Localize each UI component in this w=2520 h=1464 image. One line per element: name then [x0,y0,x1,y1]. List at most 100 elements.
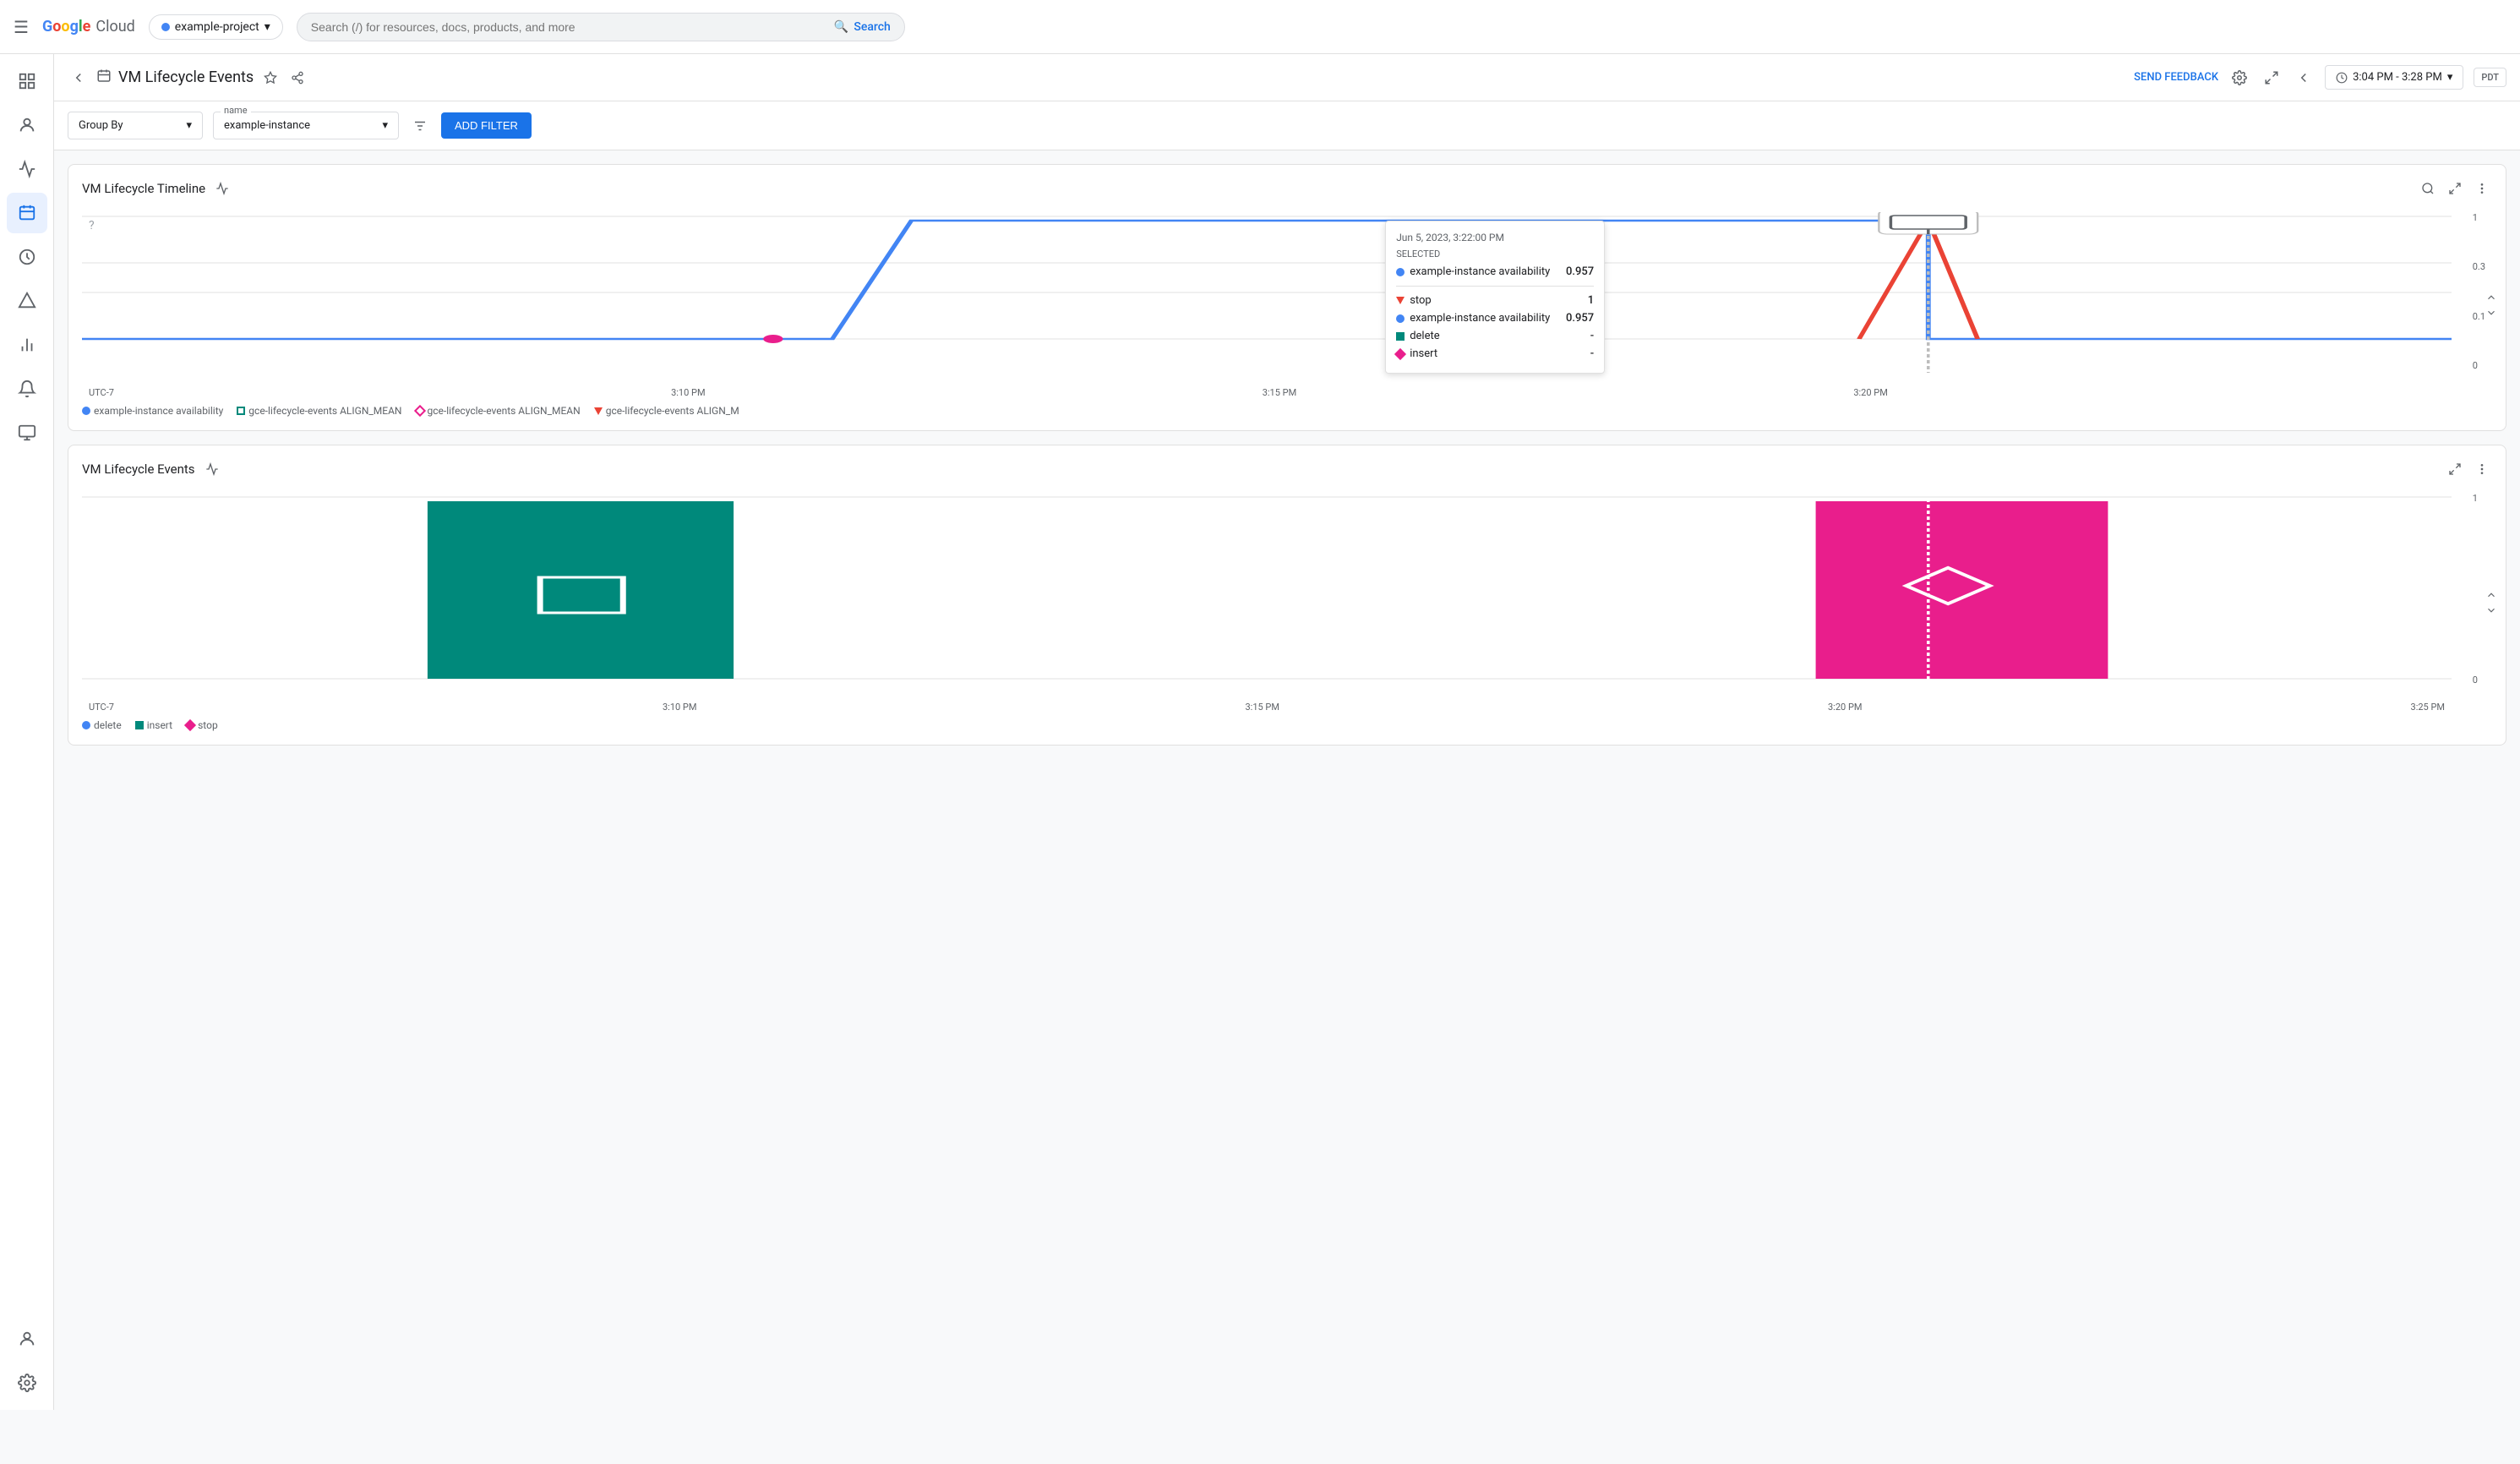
share-button[interactable] [287,68,308,88]
chevron-down-icon: ▾ [265,20,270,34]
tooltip-row-availability2: example-instance availability 0.957 [1396,309,1594,327]
events-chart-wrapper: 1 0.5 0 [82,493,2492,713]
name-label: name [221,105,251,116]
events-chart-header: VM Lifecycle Events [82,459,2492,479]
events-expand-button[interactable] [2445,459,2465,479]
square-outline-icon [237,407,245,415]
filter-options-button[interactable] [409,115,431,137]
events-sparkline-icon[interactable] [202,459,222,479]
hamburger-menu[interactable]: ☰ [14,17,29,37]
tooltip-time: Jun 5, 2023, 3:22:00 PM [1396,232,1594,243]
timeline-chart-header: VM Lifecycle Timeline [82,178,2492,199]
collapse-panel-button[interactable] [2293,67,2315,89]
add-filter-button[interactable]: ADD FILTER [441,112,532,139]
timeline-x-axis: UTC-7 3:10 PM 3:15 PM 3:20 PM [82,387,2452,398]
timeline-chart-title: VM Lifecycle Timeline [82,181,205,196]
search-bar[interactable]: 🔍 Search [297,13,905,41]
sidebar-item-settings[interactable] [7,1363,47,1403]
search-label: Search [854,20,890,34]
search-icon: 🔍 [834,20,848,34]
tooltip-row-stop: stop 1 [1396,292,1594,309]
scroll-up-button[interactable] [2484,290,2499,305]
legend-item-insert: gce-lifecycle-events ALIGN_MEAN [416,405,581,417]
timeline-menu-button[interactable] [2472,178,2492,199]
diamond-icon [184,719,196,731]
time-range-selector[interactable]: 3:04 PM - 3:28 PM ▾ [2325,65,2463,90]
events-chart-body: UTC-7 3:10 PM 3:15 PM 3:20 PM 3:25 PM [82,493,2452,713]
sidebar-item-uptime[interactable] [7,412,47,453]
stop-bar [1816,501,2108,679]
timeline-search-button[interactable] [2418,178,2438,199]
sidebar-item-users[interactable] [7,1319,47,1359]
timeline-chart-body: ? [82,212,2452,398]
timeline-sparkline-icon[interactable] [212,178,232,199]
send-feedback-button[interactable]: SEND FEEDBACK [2134,71,2218,84]
timeline-chart-svg [82,212,2452,373]
sidebar-item-home[interactable] [7,61,47,101]
events-chart-actions [2445,459,2492,479]
star-button[interactable] [260,68,281,88]
search-input[interactable] [311,20,826,34]
events-y-axis: 1 0.5 0 [2473,493,2485,686]
timeline-legend: example-instance availability gce-lifecy… [82,405,2492,417]
insert-bar [428,501,734,679]
sidebar-item-alerts[interactable] [7,369,47,409]
scroll-indicator[interactable] [2484,290,2499,320]
events-menu-button[interactable] [2472,459,2492,479]
fullscreen-button[interactable] [2261,67,2283,89]
top-navigation: ☰ Google Cloud example-project ▾ 🔍 Searc… [0,0,2520,54]
name-value-dropdown[interactable]: name example-instance ▾ [213,112,399,139]
timezone-badge: PDT [2474,68,2506,87]
project-name: example-project [175,20,259,34]
events-scroll-up-button[interactable] [2484,587,2499,603]
events-chart-title: VM Lifecycle Events [82,462,195,477]
filter-bar: Group By ▾ name example-instance ▾ ADD F… [54,101,2520,150]
legend-item-delete: gce-lifecycle-events ALIGN_MEAN [237,405,401,417]
diamond-outline-icon [413,405,425,417]
diamond-icon [1394,347,1406,359]
project-selector[interactable]: example-project ▾ [149,14,283,40]
tooltip-selected-label: SELECTED [1396,249,1594,259]
main-content: VM Lifecycle Events SEND FEEDBACK 3:04 P… [54,54,2520,759]
timeline-expand-button[interactable] [2445,178,2465,199]
events-chart-card: VM Lifecycle Events 1 0.5 [68,445,2506,746]
legend-item-stop: gce-lifecycle-events ALIGN_M [594,405,739,417]
timeline-y-axis: 1 0.3 0.1 0 [2473,212,2485,371]
page-type-icon [96,68,112,87]
timeline-chart-card: VM Lifecycle Timeline [68,164,2506,431]
settings-button[interactable] [2228,67,2250,89]
sidebar-item-trace[interactable] [7,281,47,321]
triangle-down-icon [594,407,603,415]
search-button[interactable]: 🔍 Search [834,20,891,34]
dot-icon [82,721,90,729]
sidebar-item-chart[interactable] [7,325,47,365]
events-scroll-indicator[interactable] [2484,587,2499,618]
dot-icon [1396,314,1405,323]
sidebar-item-logs[interactable] [7,237,47,277]
chevron-down-icon: ▾ [186,119,192,132]
events-legend-delete: delete [82,719,122,731]
sidebar-item-events[interactable] [7,193,47,233]
group-by-dropdown[interactable]: Group By ▾ [68,112,203,139]
charts-area: VM Lifecycle Timeline [54,150,2520,759]
name-value: example-instance [224,119,310,132]
page-title: VM Lifecycle Events [118,68,254,86]
sidebar-item-iam[interactable] [7,105,47,145]
scroll-down-button[interactable] [2484,305,2499,320]
tooltip-row-availability: example-instance availability 0.957 [1396,263,1594,281]
events-scroll-down-button[interactable] [2484,603,2499,618]
time-range-label: 3:04 PM - 3:28 PM [2353,71,2442,84]
legend-item-availability: example-instance availability [82,405,223,417]
back-button[interactable] [68,67,90,89]
square-icon [1396,332,1405,341]
sidebar-item-metrics[interactable] [7,149,47,189]
timeline-chart-actions [2418,178,2492,199]
triangle-down-icon [1396,297,1405,304]
help-icon[interactable]: ? [89,219,95,232]
google-cloud-logo: Google Cloud [42,18,135,36]
group-by-label: Group By [79,119,123,132]
dot-icon [1396,268,1405,276]
events-x-axis: UTC-7 3:10 PM 3:15 PM 3:20 PM 3:25 PM [82,702,2452,713]
sidebar [0,54,54,1410]
tooltip-divider [1396,286,1594,287]
